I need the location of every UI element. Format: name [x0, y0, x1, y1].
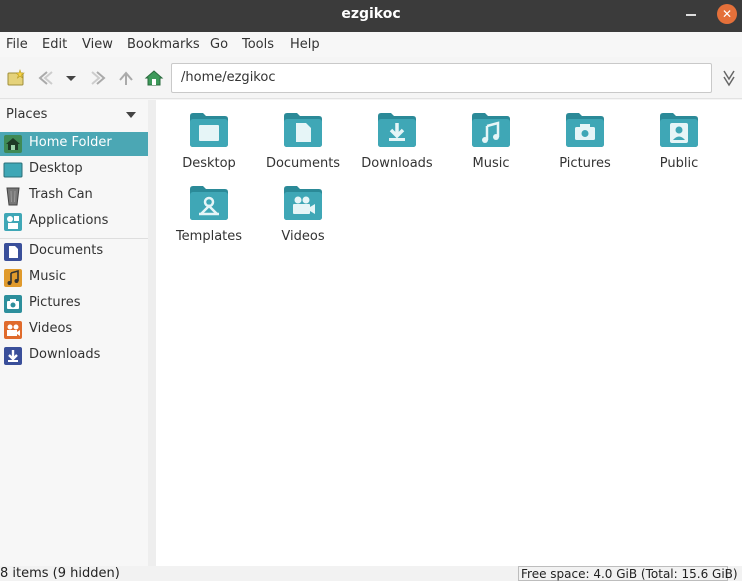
sidebar-item-downloads[interactable]: Downloads: [0, 344, 148, 368]
bookmark-icon: [723, 70, 735, 87]
minimize-button[interactable]: [686, 14, 696, 16]
folder-item-pictures[interactable]: Pictures: [538, 100, 632, 172]
sidebar-item-label: Trash Can: [29, 187, 93, 202]
trash-icon: [6, 187, 20, 206]
folder-item-music[interactable]: Music: [444, 100, 538, 172]
sidebar-item-label: Videos: [29, 321, 73, 336]
places-sidebar: Places Home Folder Desktop Trash Can App…: [0, 100, 148, 566]
sidebar-item-label: Pictures: [29, 295, 81, 310]
folder-downloads-icon: [378, 113, 416, 147]
forward-button[interactable]: [88, 67, 110, 89]
documents-icon: [4, 243, 22, 261]
back-icon: [38, 71, 53, 85]
menu-bar: File Edit View Bookmarks Go Tools Help: [0, 32, 742, 57]
sidebar-item-applications[interactable]: Applications: [0, 210, 148, 234]
folder-label: Desktop: [182, 156, 236, 171]
close-button[interactable]: ✕: [717, 4, 737, 24]
location-bar[interactable]: /home/ezgikoc: [171, 63, 712, 93]
file-view: Desktop Documents Downloads Music Pictur…: [156, 100, 742, 566]
videos-icon: [4, 321, 22, 339]
home-icon: [4, 135, 22, 153]
folder-label: Pictures: [559, 156, 611, 171]
sidebar-item-documents[interactable]: Documents: [0, 240, 148, 264]
bookmark-location-button[interactable]: [718, 67, 740, 89]
menu-view[interactable]: View: [82, 37, 113, 52]
up-button[interactable]: [115, 67, 137, 89]
places-dropdown-icon[interactable]: [126, 112, 136, 118]
item-count: 8 items (9 hidden): [0, 566, 120, 581]
folder-item-downloads[interactable]: Downloads: [350, 100, 444, 172]
menu-edit[interactable]: Edit: [42, 37, 67, 52]
folder-label: Videos: [281, 229, 325, 244]
folder-item-videos[interactable]: Videos: [256, 173, 350, 245]
home-icon: [144, 70, 164, 86]
sidebar-item-trash[interactable]: Trash Can: [0, 184, 148, 208]
home-button[interactable]: [143, 67, 165, 89]
folder-label: Public: [659, 156, 699, 171]
new-folder-icon: [7, 69, 25, 86]
folder-label: Downloads: [361, 156, 433, 171]
sidebar-item-label: Documents: [29, 243, 104, 258]
folder-item-templates[interactable]: Templates: [162, 173, 256, 245]
folder-documents-icon: [284, 113, 322, 147]
new-folder-button[interactable]: [6, 67, 28, 89]
folder-label: Music: [472, 156, 510, 171]
folder-desktop-icon: [190, 113, 228, 147]
up-arrow-icon: [119, 71, 133, 85]
sidebar-item-desktop[interactable]: Desktop: [0, 158, 148, 182]
folder-public-icon: [660, 113, 698, 147]
sidebar-item-home-folder[interactable]: Home Folder: [0, 132, 148, 156]
desktop-icon: [3, 162, 23, 178]
sidebar-item-label: Desktop: [29, 161, 83, 176]
menu-go[interactable]: Go: [210, 37, 228, 52]
menu-tools[interactable]: Tools: [242, 37, 274, 52]
folder-item-documents[interactable]: Documents: [256, 100, 350, 172]
sidebar-item-videos[interactable]: Videos: [0, 318, 148, 342]
folder-pictures-icon: [566, 113, 604, 147]
window-title: ezgikoc: [341, 6, 401, 22]
folder-item-public[interactable]: Public: [632, 100, 726, 172]
applications-icon: [4, 213, 22, 231]
close-icon: ✕: [721, 7, 733, 21]
back-button[interactable]: [34, 67, 56, 89]
pane-splitter[interactable]: [148, 100, 156, 566]
folder-label: Documents: [265, 156, 341, 171]
sidebar-item-label: Applications: [29, 213, 109, 228]
location-path[interactable]: /home/ezgikoc: [181, 70, 275, 85]
menu-help[interactable]: Help: [290, 37, 320, 52]
status-bar: 8 items (9 hidden) Free space: 4.0 GiB (…: [0, 566, 742, 581]
downloads-icon: [4, 347, 22, 365]
menu-file[interactable]: File: [6, 37, 28, 52]
free-space: Free space: 4.0 GiB (Total: 15.6 GiB): [518, 566, 738, 581]
chevron-down-icon: [66, 76, 76, 81]
sidebar-item-pictures[interactable]: Pictures: [0, 292, 148, 316]
folder-videos-icon: [284, 186, 322, 220]
music-icon: [4, 269, 22, 287]
history-dropdown[interactable]: [60, 67, 82, 89]
folder-templates-icon: [190, 186, 228, 220]
folder-item-desktop[interactable]: Desktop: [162, 100, 256, 172]
folder-music-icon: [472, 113, 510, 147]
sidebar-item-label: Music: [29, 269, 66, 284]
pictures-icon: [4, 295, 22, 313]
sidebar-item-label: Downloads: [29, 347, 101, 362]
forward-icon: [91, 71, 106, 85]
sidebar-item-label: Home Folder: [29, 135, 112, 150]
sidebar-item-music[interactable]: Music: [0, 266, 148, 290]
folder-label: Templates: [175, 229, 243, 244]
sidebar-divider: [0, 238, 148, 239]
places-header[interactable]: Places: [6, 107, 47, 122]
title-bar: ezgikoc ✕: [0, 0, 742, 32]
menu-bookmarks[interactable]: Bookmarks: [127, 37, 200, 52]
